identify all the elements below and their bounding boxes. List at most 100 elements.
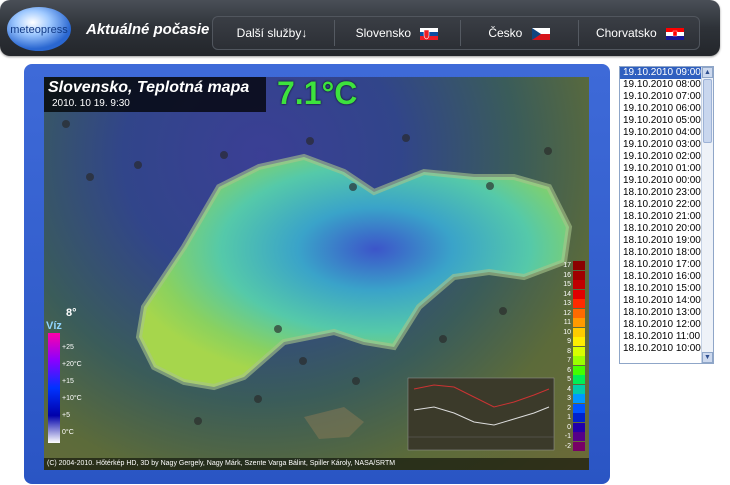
time-list-item[interactable]: 18.10.2010 17:00 <box>620 259 702 271</box>
legend-swatch <box>573 318 585 328</box>
legend-cell: 8 <box>557 346 587 357</box>
legend-swatch <box>573 337 585 347</box>
svg-text:meteopress: meteopress <box>10 24 68 36</box>
time-list-item[interactable]: 18.10.2010 10:00 <box>620 343 702 355</box>
nav-label: Česko <box>488 26 523 40</box>
legend-swatch <box>573 308 585 318</box>
legend-cell: 16 <box>557 270 587 281</box>
time-list-item[interactable]: 18.10.2010 23:00 <box>620 187 702 199</box>
scroll-down-icon[interactable]: ▼ <box>702 352 713 363</box>
legend-swatch <box>573 327 585 337</box>
legend-cell: 1 <box>557 413 587 423</box>
legend-cell: 17 <box>557 261 587 271</box>
time-list-item[interactable]: 18.10.2010 11:00 <box>620 331 702 343</box>
app-title: Aktuálné počasie <box>86 21 210 38</box>
time-list-item[interactable]: 19.10.2010 00:00 <box>620 175 702 187</box>
divider <box>578 20 579 46</box>
legend-swatch <box>573 403 585 413</box>
croatia-flag-icon <box>666 27 685 40</box>
map-title-box: Slovensko, Teplotná mapa 2010. 10 19. 9:… <box>44 77 266 112</box>
temp-color-scale: 17 16 15 14 13 12 11 10 9 8 7 6 5 4 3 2 1 0 -1 -2 <box>557 261 587 451</box>
nav-label: Slovensko <box>355 26 412 40</box>
time-list-item[interactable]: 18.10.2010 14:00 <box>620 295 702 307</box>
station-marker <box>62 120 70 128</box>
legend-cell: 15 <box>557 280 587 290</box>
time-list-item[interactable]: 18.10.2010 18:00 <box>620 247 702 259</box>
time-list-item[interactable]: 18.10.2010 13:00 <box>620 307 702 319</box>
scrollbar[interactable]: ▲ ▼ <box>701 67 713 363</box>
tick: +20°C <box>62 361 82 368</box>
legend-swatch <box>573 365 585 375</box>
legend-label: 11 <box>563 319 571 327</box>
legend-label: -2 <box>564 442 571 450</box>
water-temp-scale <box>48 333 60 443</box>
time-list-item[interactable]: 19.10.2010 07:00 <box>620 91 702 103</box>
slovakia-flag-icon <box>420 27 439 40</box>
time-list-item[interactable]: 19.10.2010 09:00 <box>620 67 702 79</box>
legend-cell: 10 <box>557 327 587 338</box>
time-list-item[interactable]: 18.10.2010 12:00 <box>620 319 702 331</box>
station-marker <box>402 134 410 142</box>
station-marker <box>194 417 202 425</box>
nav-item-more-services[interactable]: Další služby↓ <box>213 17 331 49</box>
legend-swatch <box>573 346 585 356</box>
legend-swatch <box>573 289 585 299</box>
nav-item-cesko[interactable]: Česko <box>463 17 575 49</box>
time-list-item[interactable]: 19.10.2010 06:00 <box>620 103 702 115</box>
time-list-item[interactable]: 19.10.2010 08:00 <box>620 79 702 91</box>
legend-cell: 6 <box>557 365 587 376</box>
tick: +5 <box>62 412 70 419</box>
station-marker <box>274 325 282 333</box>
legend-cell: 4 <box>557 384 587 395</box>
time-list[interactable]: 19.10.2010 09:00 19.10.2010 08:00 19.10.20… <box>619 66 714 364</box>
legend-cell: 9 <box>557 337 587 347</box>
scroll-thumb[interactable] <box>703 79 712 143</box>
scroll-up-icon[interactable]: ▲ <box>702 67 713 78</box>
legend-label: 12 <box>563 309 571 317</box>
nav-label: Chorvatsko <box>595 26 657 40</box>
legend-label: 7 <box>567 357 571 365</box>
legend-swatch <box>573 413 585 423</box>
station-marker <box>544 147 552 155</box>
water-scale-ticks: +25 +20°C +15 +10°C +5 0°C <box>62 339 82 441</box>
time-list-item[interactable]: 19.10.2010 02:00 <box>620 151 702 163</box>
time-list-item[interactable]: 19.10.2010 05:00 <box>620 115 702 127</box>
legend-cell: -2 <box>557 441 587 452</box>
temperature-map[interactable]: 8° Víz +25 +20°C +15 +10°C +5 0°C 17 16 15… <box>44 77 589 470</box>
legend-swatch <box>573 394 585 404</box>
meteopress-logo[interactable]: meteopress <box>4 4 74 52</box>
legend-swatch <box>573 441 585 451</box>
tick: 0°C <box>62 429 74 436</box>
map-datetime: 2010. 10 19. 9:30 <box>52 98 130 109</box>
nav-item-slovensko[interactable]: Slovensko <box>337 17 457 49</box>
time-list-item[interactable]: 18.10.2010 16:00 <box>620 271 702 283</box>
time-list-item[interactable]: 19.10.2010 03:00 <box>620 139 702 151</box>
time-list-item[interactable]: 18.10.2010 19:00 <box>620 235 702 247</box>
time-list-item[interactable]: 19.10.2010 04:00 <box>620 127 702 139</box>
station-marker <box>349 183 357 191</box>
tick: +25 <box>62 344 74 351</box>
legend-swatch <box>573 422 585 432</box>
current-temperature: 7.1°C <box>277 77 358 111</box>
legend-label: 13 <box>563 300 571 308</box>
divider <box>460 20 461 46</box>
nav-item-chorvatsko[interactable]: Chorvatsko <box>581 17 699 49</box>
time-list-item[interactable]: 18.10.2010 15:00 <box>620 283 702 295</box>
legend-cell: -1 <box>557 432 587 442</box>
legend-swatch <box>573 356 585 366</box>
nav-label: Další služby <box>236 26 302 40</box>
time-list-item[interactable]: 18.10.2010 22:00 <box>620 199 702 211</box>
station-marker <box>134 161 142 169</box>
legend-label: 10 <box>563 328 571 336</box>
legend-label: 14 <box>563 290 571 298</box>
legend-cell: 0 <box>557 422 587 433</box>
legend-label: 5 <box>567 376 571 384</box>
time-list-item[interactable]: 18.10.2010 21:00 <box>620 211 702 223</box>
tick: +10°C <box>62 395 82 402</box>
time-list-item[interactable]: 18.10.2010 20:00 <box>620 223 702 235</box>
map-title: Slovensko, Teplotná mapa <box>48 79 250 96</box>
legend-label: 16 <box>563 271 571 279</box>
station-marker <box>439 335 447 343</box>
time-list-item[interactable]: 19.10.2010 01:00 <box>620 163 702 175</box>
time-items: 19.10.2010 09:00 19.10.2010 08:00 19.10.20… <box>620 67 713 355</box>
